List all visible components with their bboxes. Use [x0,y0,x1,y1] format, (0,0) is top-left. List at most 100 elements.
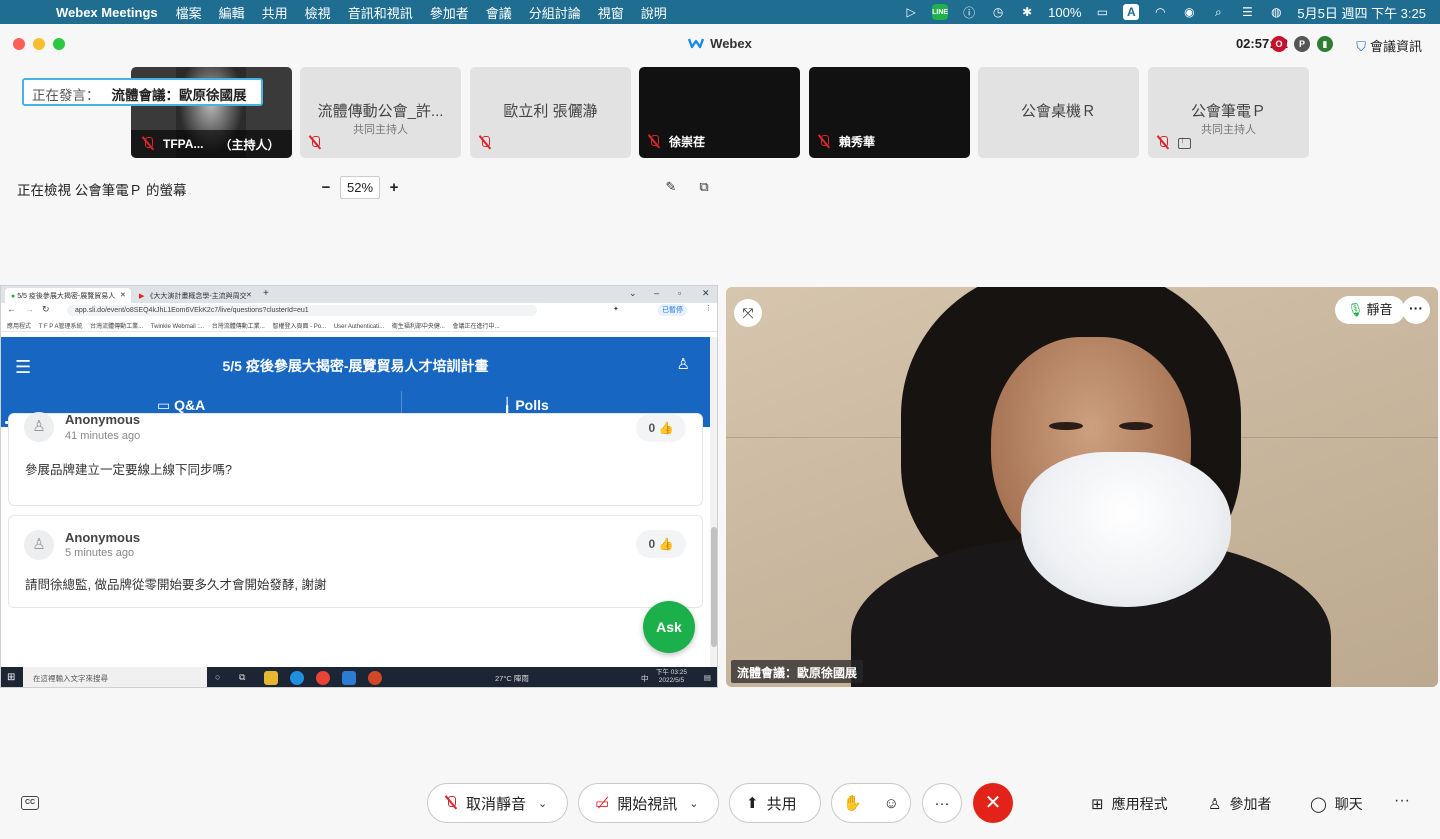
zoom-in-button[interactable]: + [388,179,400,196]
participant-tile[interactable]: 賴秀華 [809,67,970,158]
menu-meeting[interactable]: 會議 [486,3,512,22]
bookmark-item[interactable]: 台灣流體傳動工業... [90,318,143,330]
page-scrollbar[interactable] [710,337,717,667]
bookmark-item[interactable]: User Authenticati... [334,321,384,330]
taskbar-search-input[interactable]: 在這裡輸入文字來搜尋 [23,667,207,687]
share-button[interactable]: ⬆ 共用 [729,783,821,823]
control-center-icon[interactable]: ☰ [1239,4,1255,20]
wifi-icon[interactable]: ◠ [1152,4,1168,20]
bookmark-item[interactable]: Twinkle Webmail :... [151,321,204,330]
close-tab-icon[interactable]: ✕ [246,291,252,299]
menu-help[interactable]: 說明 [641,3,667,22]
browser-close-button[interactable]: ✕ [702,288,710,299]
bookmark-item[interactable]: 衛生福利部中央健... [392,318,445,330]
notifications-icon[interactable]: ▤ [704,673,711,682]
menu-audio-video[interactable]: 音訊和視訊 [348,3,413,22]
participant-tile[interactable]: 歐立利 張儷瀞 [470,67,631,158]
browser-tab[interactable]: ▶ 《大大演計畫概念學-主流與周交 [133,288,255,303]
bluetooth-icon[interactable]: ✱ [1019,4,1035,20]
more-options-button[interactable]: ··· [922,783,962,823]
remote-control-icon[interactable]: ⧉ [696,179,712,194]
ask-button[interactable]: Ask [643,601,695,653]
participants-button[interactable]: ♙ 參加者 [1208,794,1271,814]
menu-participants[interactable]: 參加者 [430,3,469,22]
siri-icon[interactable]: ◍ [1268,4,1284,20]
chevron-down-icon[interactable]: ⌄ [538,797,547,810]
tab-search-icon[interactable]: ⌄ [629,288,637,299]
active-speaker-video[interactable] [726,287,1438,687]
participant-tile[interactable]: 公會桌機Ｒ [978,67,1139,158]
menu-breakout[interactable]: 分組討論 [529,3,581,22]
ime-indicator[interactable]: 中 [641,673,649,684]
participant-tile[interactable]: 徐崇荏 [639,67,800,158]
browser-minimize-button[interactable]: – [654,288,659,298]
bookmark-item[interactable]: 台灣流體傳動工業... [212,318,265,330]
connection-stats-icon[interactable]: ▮ [1317,36,1333,52]
security-key-icon[interactable]: P [1294,36,1310,52]
weather-widget[interactable]: 27°C 陣雨 [495,673,529,684]
user-profile-icon[interactable]: ♙ [677,355,690,373]
taskbar-clock[interactable]: 下午 03:25 2022/5/5 [656,669,687,685]
back-icon[interactable]: ← [7,304,16,314]
zoom-out-button[interactable]: − [320,179,332,196]
browser-restore-button[interactable]: ▫ [678,288,681,298]
forward-icon[interactable]: → [25,304,34,314]
chat-button[interactable]: ◯ 聊天 [1310,794,1363,814]
windows-start-icon[interactable]: ⊞ [7,672,15,683]
browser-menu-icon[interactable]: ⋮ [705,304,712,312]
shared-screen[interactable]: ● 5/5 疫後參展大揭密-展覽貿易人 ✕ ▶ 《大大演計畫概念學-主流與周交 … [0,285,718,688]
menu-file[interactable]: 檔案 [176,3,202,22]
tab-polls[interactable]: ╽ Polls [503,397,549,414]
spotlight-search-icon[interactable]: ⌕ [1210,4,1226,20]
reactions-icon[interactable]: ☺ [884,795,899,812]
accessibility-icon[interactable]: ⓘ [961,4,977,20]
bookmark-item[interactable]: 應用程式 [7,318,31,330]
url-input[interactable]: app.sli.do/event/o8SEQ4kJhL1Eom6VEkK2c7/… [67,305,537,316]
start-video-button[interactable]: ▭̸ 開始視訊 ⌄ [578,783,719,823]
app-menu[interactable]: Webex Meetings [56,5,158,20]
profile-button[interactable]: 已暫停 [658,304,687,316]
edge-icon[interactable] [290,671,304,685]
scrollbar-thumb[interactable] [711,527,717,647]
user-account-icon[interactable]: ◉ [1181,4,1197,20]
cortana-icon[interactable]: ○ [215,672,220,682]
task-view-icon[interactable]: ⧉ [239,672,245,683]
tab-qa[interactable]: ▭ Q&A [157,397,205,414]
bookmark-item[interactable]: 智權登入頁面 - Po... [272,318,326,330]
menu-window[interactable]: 視窗 [598,3,624,22]
menu-view[interactable]: 檢視 [305,3,331,22]
line-app-icon[interactable]: LINE [932,4,949,20]
panel-options-icon[interactable]: ··· [1394,792,1410,810]
meeting-info-button[interactable]: ⛉ 會議資訊 [1356,36,1422,55]
closed-captions-button[interactable]: CC [21,796,39,810]
raise-hand-icon[interactable]: ✋ [843,794,862,812]
battery-icon[interactable]: ▭ [1094,4,1110,20]
video-mute-button[interactable]: 🎙 靜音 [1335,296,1405,324]
mail-icon[interactable] [342,671,356,685]
unmute-button[interactable]: 取消靜音 ⌄ [427,783,568,823]
play-status-icon[interactable]: ▷ [903,4,919,20]
annotate-icon[interactable]: ✎ [663,179,679,194]
file-explorer-icon[interactable] [264,671,278,685]
browser-tab-active[interactable]: ● 5/5 疫後參展大揭密-展覽貿易人 [5,288,131,303]
close-tab-icon[interactable]: ✕ [120,291,126,299]
menubar-clock[interactable]: 5月5日 週四 下午 3:25 [1297,3,1426,22]
like-button[interactable]: 0 👍 [636,530,686,558]
recording-icon[interactable]: O [1271,36,1287,52]
reload-icon[interactable]: ↻ [42,304,50,315]
menu-edit[interactable]: 編輯 [219,3,245,22]
new-tab-button[interactable]: + [263,288,269,299]
like-button[interactable]: 0 👍 [636,414,686,442]
participant-tile[interactable]: 公會筆電Ｐ 共同主持人 [1148,67,1309,158]
participant-tile[interactable]: 流體傳動公會_許... 共同主持人 [300,67,461,158]
zoom-level-select[interactable]: 52% [340,176,381,199]
powerpoint-icon[interactable] [368,671,382,685]
chevron-down-icon[interactable]: ⌄ [689,797,698,810]
extension-icon[interactable]: ✦ [613,305,619,313]
input-method-icon[interactable]: A [1123,4,1140,20]
time-machine-icon[interactable]: ◷ [990,4,1006,20]
leave-meeting-button[interactable]: ✕ [973,783,1013,823]
video-more-options-button[interactable]: ··· [1402,296,1430,324]
menu-share[interactable]: 共用 [262,3,288,22]
apps-button[interactable]: ⊞ 應用程式 [1091,794,1168,814]
